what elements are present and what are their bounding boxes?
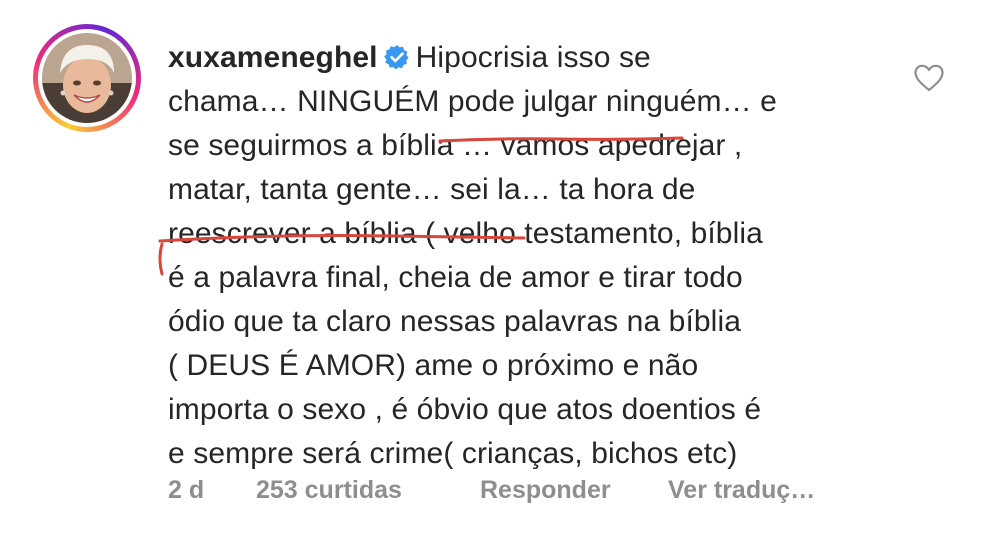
red-underline-annotation bbox=[158, 234, 526, 276]
see-translation-button[interactable]: Ver traduç… bbox=[668, 476, 815, 505]
timestamp[interactable]: 2 d bbox=[168, 476, 256, 505]
avatar[interactable] bbox=[33, 24, 141, 132]
comment-line: matar, tanta gente… sei la… ta hora de bbox=[168, 173, 696, 206]
red-underline-annotation bbox=[438, 136, 684, 143]
comment-line: ( DEUS É AMOR) ame o próximo e não bbox=[168, 349, 699, 382]
comment-text: Hipocrisia isso se bbox=[415, 41, 651, 74]
avatar-ring bbox=[38, 29, 136, 127]
verified-badge-icon bbox=[383, 39, 410, 70]
comment-line: chama… NINGUÉM pode julgar ninguém… e bbox=[168, 85, 777, 118]
comment-line: xuxameneghel Hipocrisia isso se bbox=[168, 36, 888, 80]
heart-icon[interactable] bbox=[914, 64, 944, 92]
comment-line: ódio que ta claro nessas palavras na bíb… bbox=[168, 305, 741, 338]
reply-button[interactable]: Responder bbox=[480, 476, 668, 505]
username-link[interactable]: xuxameneghel bbox=[168, 41, 378, 74]
comment-line: e sempre será crime( crianças, bichos et… bbox=[168, 437, 738, 470]
likes-count[interactable]: 253 curtidas bbox=[256, 476, 480, 505]
comment-line: importa o sexo , é óbvio que atos doenti… bbox=[168, 393, 762, 426]
comment-meta: 2 d 253 curtidas Responder Ver traduç… bbox=[168, 476, 815, 505]
avatar-photo bbox=[42, 33, 132, 123]
comment: xuxameneghel Hipocrisia isso se chama… NI… bbox=[0, 0, 998, 540]
